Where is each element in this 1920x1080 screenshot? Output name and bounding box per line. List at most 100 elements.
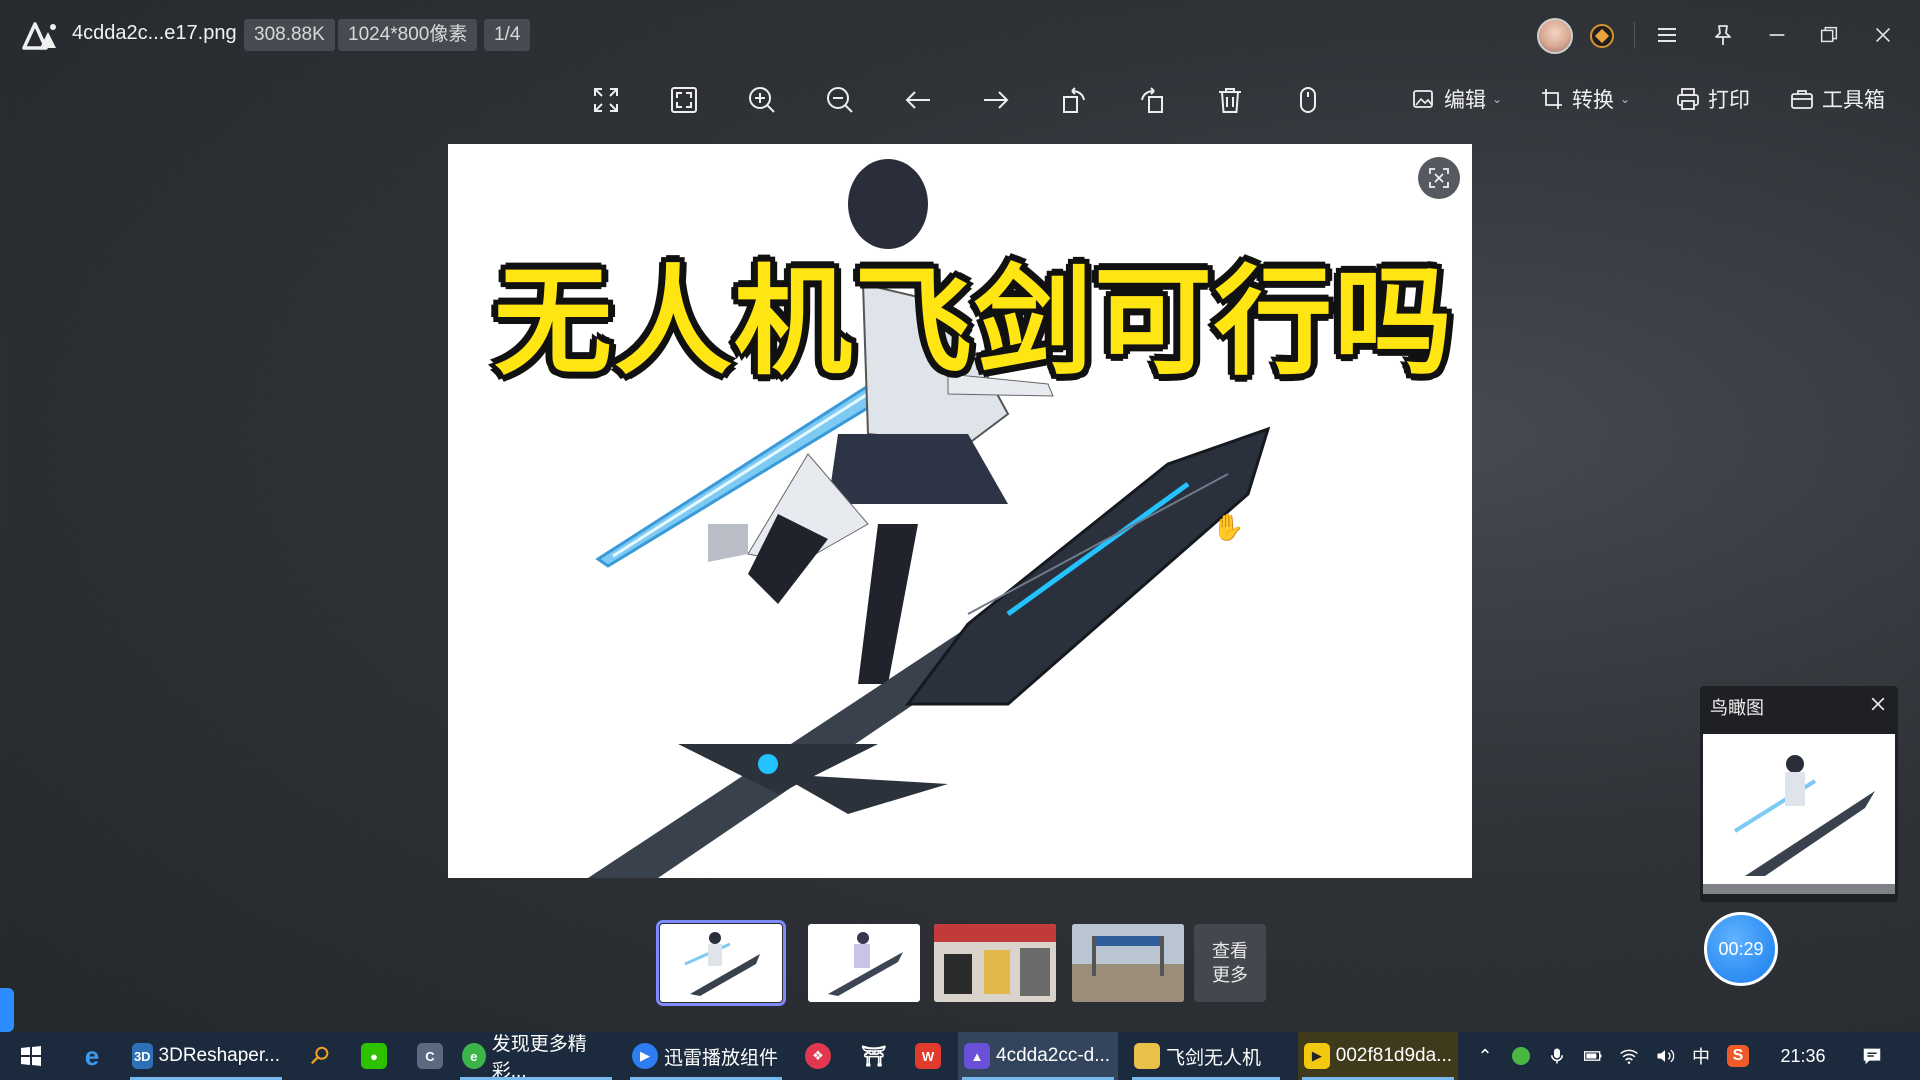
taskbar-item-label: 002f81d9da... — [1335, 1045, 1452, 1066]
menu-icon[interactable] — [1650, 18, 1684, 52]
minimize-icon[interactable] — [1760, 18, 1794, 52]
search-button[interactable] — [300, 1032, 340, 1080]
overview-preview[interactable] — [1703, 734, 1895, 884]
browser-icon: e — [462, 1043, 486, 1069]
toolbox-icon — [1791, 90, 1813, 109]
zoom-out-icon[interactable] — [820, 80, 860, 120]
rotate-right-icon[interactable] — [1132, 80, 1172, 120]
toolbox-label: 工具箱 — [1822, 89, 1885, 112]
printer-icon — [1677, 88, 1699, 110]
taskbar-item-folder[interactable]: 飞剑无人机 — [1128, 1032, 1284, 1080]
title-bar: 4cdda2c...e17.png 308.88K 1024*800像素 1/4 — [0, 0, 1920, 70]
toolbox-button[interactable]: 工具箱 — [1790, 82, 1885, 116]
wps-icon: W — [915, 1043, 941, 1069]
wechat-icon: ● — [361, 1043, 387, 1069]
chevron-up-icon[interactable]: ⌃ — [1470, 1032, 1500, 1080]
image-headline: 无人机飞剑可行吗 — [494, 253, 1455, 391]
taskbar-item-label: 飞剑无人机 — [1166, 1047, 1262, 1069]
clock[interactable]: 21:36 — [1768, 1032, 1838, 1080]
recording-timer[interactable]: 00:29 — [1704, 912, 1778, 986]
notification-icon[interactable] — [1852, 1032, 1892, 1080]
start-button[interactable] — [8, 1032, 54, 1080]
close-icon[interactable] — [1864, 690, 1892, 718]
image-edit-icon — [1413, 90, 1433, 108]
ie-icon: e — [84, 1040, 100, 1071]
taskbar-item-3dreshaper[interactable]: 3D 3DReshaper... — [126, 1032, 286, 1080]
user-avatar[interactable] — [1537, 18, 1573, 54]
rotate-left-icon[interactable] — [1054, 80, 1094, 120]
battery-icon[interactable] — [1578, 1032, 1608, 1080]
view-more-button[interactable]: 查看 更多 — [1194, 924, 1266, 1002]
chevron-down-icon: ⌄ — [1620, 92, 1631, 106]
security-icon[interactable] — [1506, 1032, 1536, 1080]
close-icon[interactable] — [1866, 18, 1900, 52]
search-icon — [310, 1046, 329, 1065]
restore-icon[interactable] — [1812, 18, 1846, 52]
app-logo-icon — [22, 20, 60, 50]
fullscreen-icon[interactable] — [586, 80, 626, 120]
mouse-icon[interactable] — [1288, 80, 1328, 120]
image-canvas[interactable]: 无人机飞剑可行吗 — [448, 144, 1472, 878]
delete-icon[interactable] — [1210, 80, 1250, 120]
app-red-button[interactable]: ❖ — [796, 1032, 840, 1080]
windows-icon — [21, 1046, 41, 1066]
wechat-button[interactable]: ● — [352, 1032, 396, 1080]
view-more-line1: 查看 — [1212, 941, 1248, 961]
taskbar-item-xunlei-player[interactable]: ▶ 迅雷播放组件 — [626, 1032, 786, 1080]
taskbar: e 3D 3DReshaper... ● C e 发现更多精彩... ▶ 迅雷播… — [0, 1032, 1920, 1080]
thumbnail-2[interactable] — [808, 924, 920, 1002]
wifi-icon[interactable] — [1614, 1032, 1644, 1080]
pin-icon[interactable] — [1706, 18, 1740, 52]
divider — [1634, 22, 1635, 48]
convert-icon — [1542, 89, 1562, 109]
ocr-text-recognition-icon[interactable] — [1418, 157, 1460, 199]
vip-badge-icon[interactable] — [1590, 24, 1614, 48]
cnc-app-button[interactable]: C — [408, 1032, 452, 1080]
cnc-app-icon: C — [417, 1043, 443, 1069]
thumbnail-3[interactable] — [934, 924, 1056, 1002]
chevron-down-icon: ⌄ — [1492, 92, 1503, 106]
thumbnail-1[interactable] — [656, 920, 786, 1006]
file-name: 4cdda2c...e17.png — [72, 22, 237, 44]
print-button[interactable]: 打印 — [1676, 82, 1750, 116]
view-more-line2: 更多 — [1212, 965, 1248, 985]
overview-panel: 鸟瞰图 — [1700, 686, 1898, 902]
video-player-icon: ▶ — [1304, 1043, 1330, 1069]
print-label: 打印 — [1708, 89, 1750, 112]
ime-indicator[interactable]: 中 — [1686, 1032, 1716, 1080]
wps-button[interactable]: W — [906, 1032, 950, 1080]
taskbar-item-browser[interactable]: e 发现更多精彩... — [456, 1032, 616, 1080]
fit-window-icon[interactable] — [664, 80, 704, 120]
xunlei-icon: ▶ — [632, 1043, 658, 1069]
convert-button[interactable]: 转换 ⌄ — [1540, 82, 1630, 116]
gate-icon: ⛩ — [861, 1045, 887, 1068]
taskbar-item-label: 发现更多精彩... — [491, 1034, 587, 1080]
image-viewer-icon: ▲ — [964, 1043, 990, 1069]
folder-icon — [1134, 1043, 1160, 1069]
edge-handle[interactable] — [0, 988, 14, 1032]
next-icon[interactable] — [976, 80, 1016, 120]
sogou-input-icon[interactable]: S — [1722, 1032, 1754, 1080]
volume-icon[interactable] — [1650, 1032, 1680, 1080]
taskbar-item-label: 3DReshaper... — [158, 1045, 280, 1066]
ie-browser-button[interactable]: e — [70, 1032, 114, 1080]
overview-scrollbar[interactable] — [1703, 884, 1895, 894]
microphone-icon[interactable] — [1542, 1032, 1572, 1080]
taskbar-item-video[interactable]: ▶ 002f81d9da... — [1298, 1032, 1458, 1080]
zoom-in-icon[interactable] — [742, 80, 782, 120]
overview-title: 鸟瞰图 — [1710, 698, 1764, 718]
previous-icon[interactable] — [898, 80, 938, 120]
hand-cursor-icon: ✋ — [1212, 512, 1245, 542]
taskbar-item-image-viewer[interactable]: ▲ 4cdda2cc-d... — [958, 1032, 1118, 1080]
edit-button[interactable]: 编辑 ⌄ — [1412, 82, 1502, 116]
thumbnail-4[interactable] — [1072, 924, 1184, 1002]
app-gate-button[interactable]: ⛩ — [852, 1032, 896, 1080]
taskbar-item-label: 迅雷播放组件 — [664, 1047, 779, 1069]
page-index-badge: 1/4 — [484, 19, 531, 51]
dimensions-badge: 1024*800像素 — [338, 19, 478, 51]
file-size-badge: 308.88K — [244, 19, 335, 51]
convert-label: 转换 — [1572, 89, 1614, 112]
edit-label: 编辑 — [1444, 89, 1486, 112]
3dreshaper-icon: 3D — [132, 1043, 153, 1069]
taskbar-item-label: 4cdda2cc-d... — [996, 1045, 1111, 1066]
